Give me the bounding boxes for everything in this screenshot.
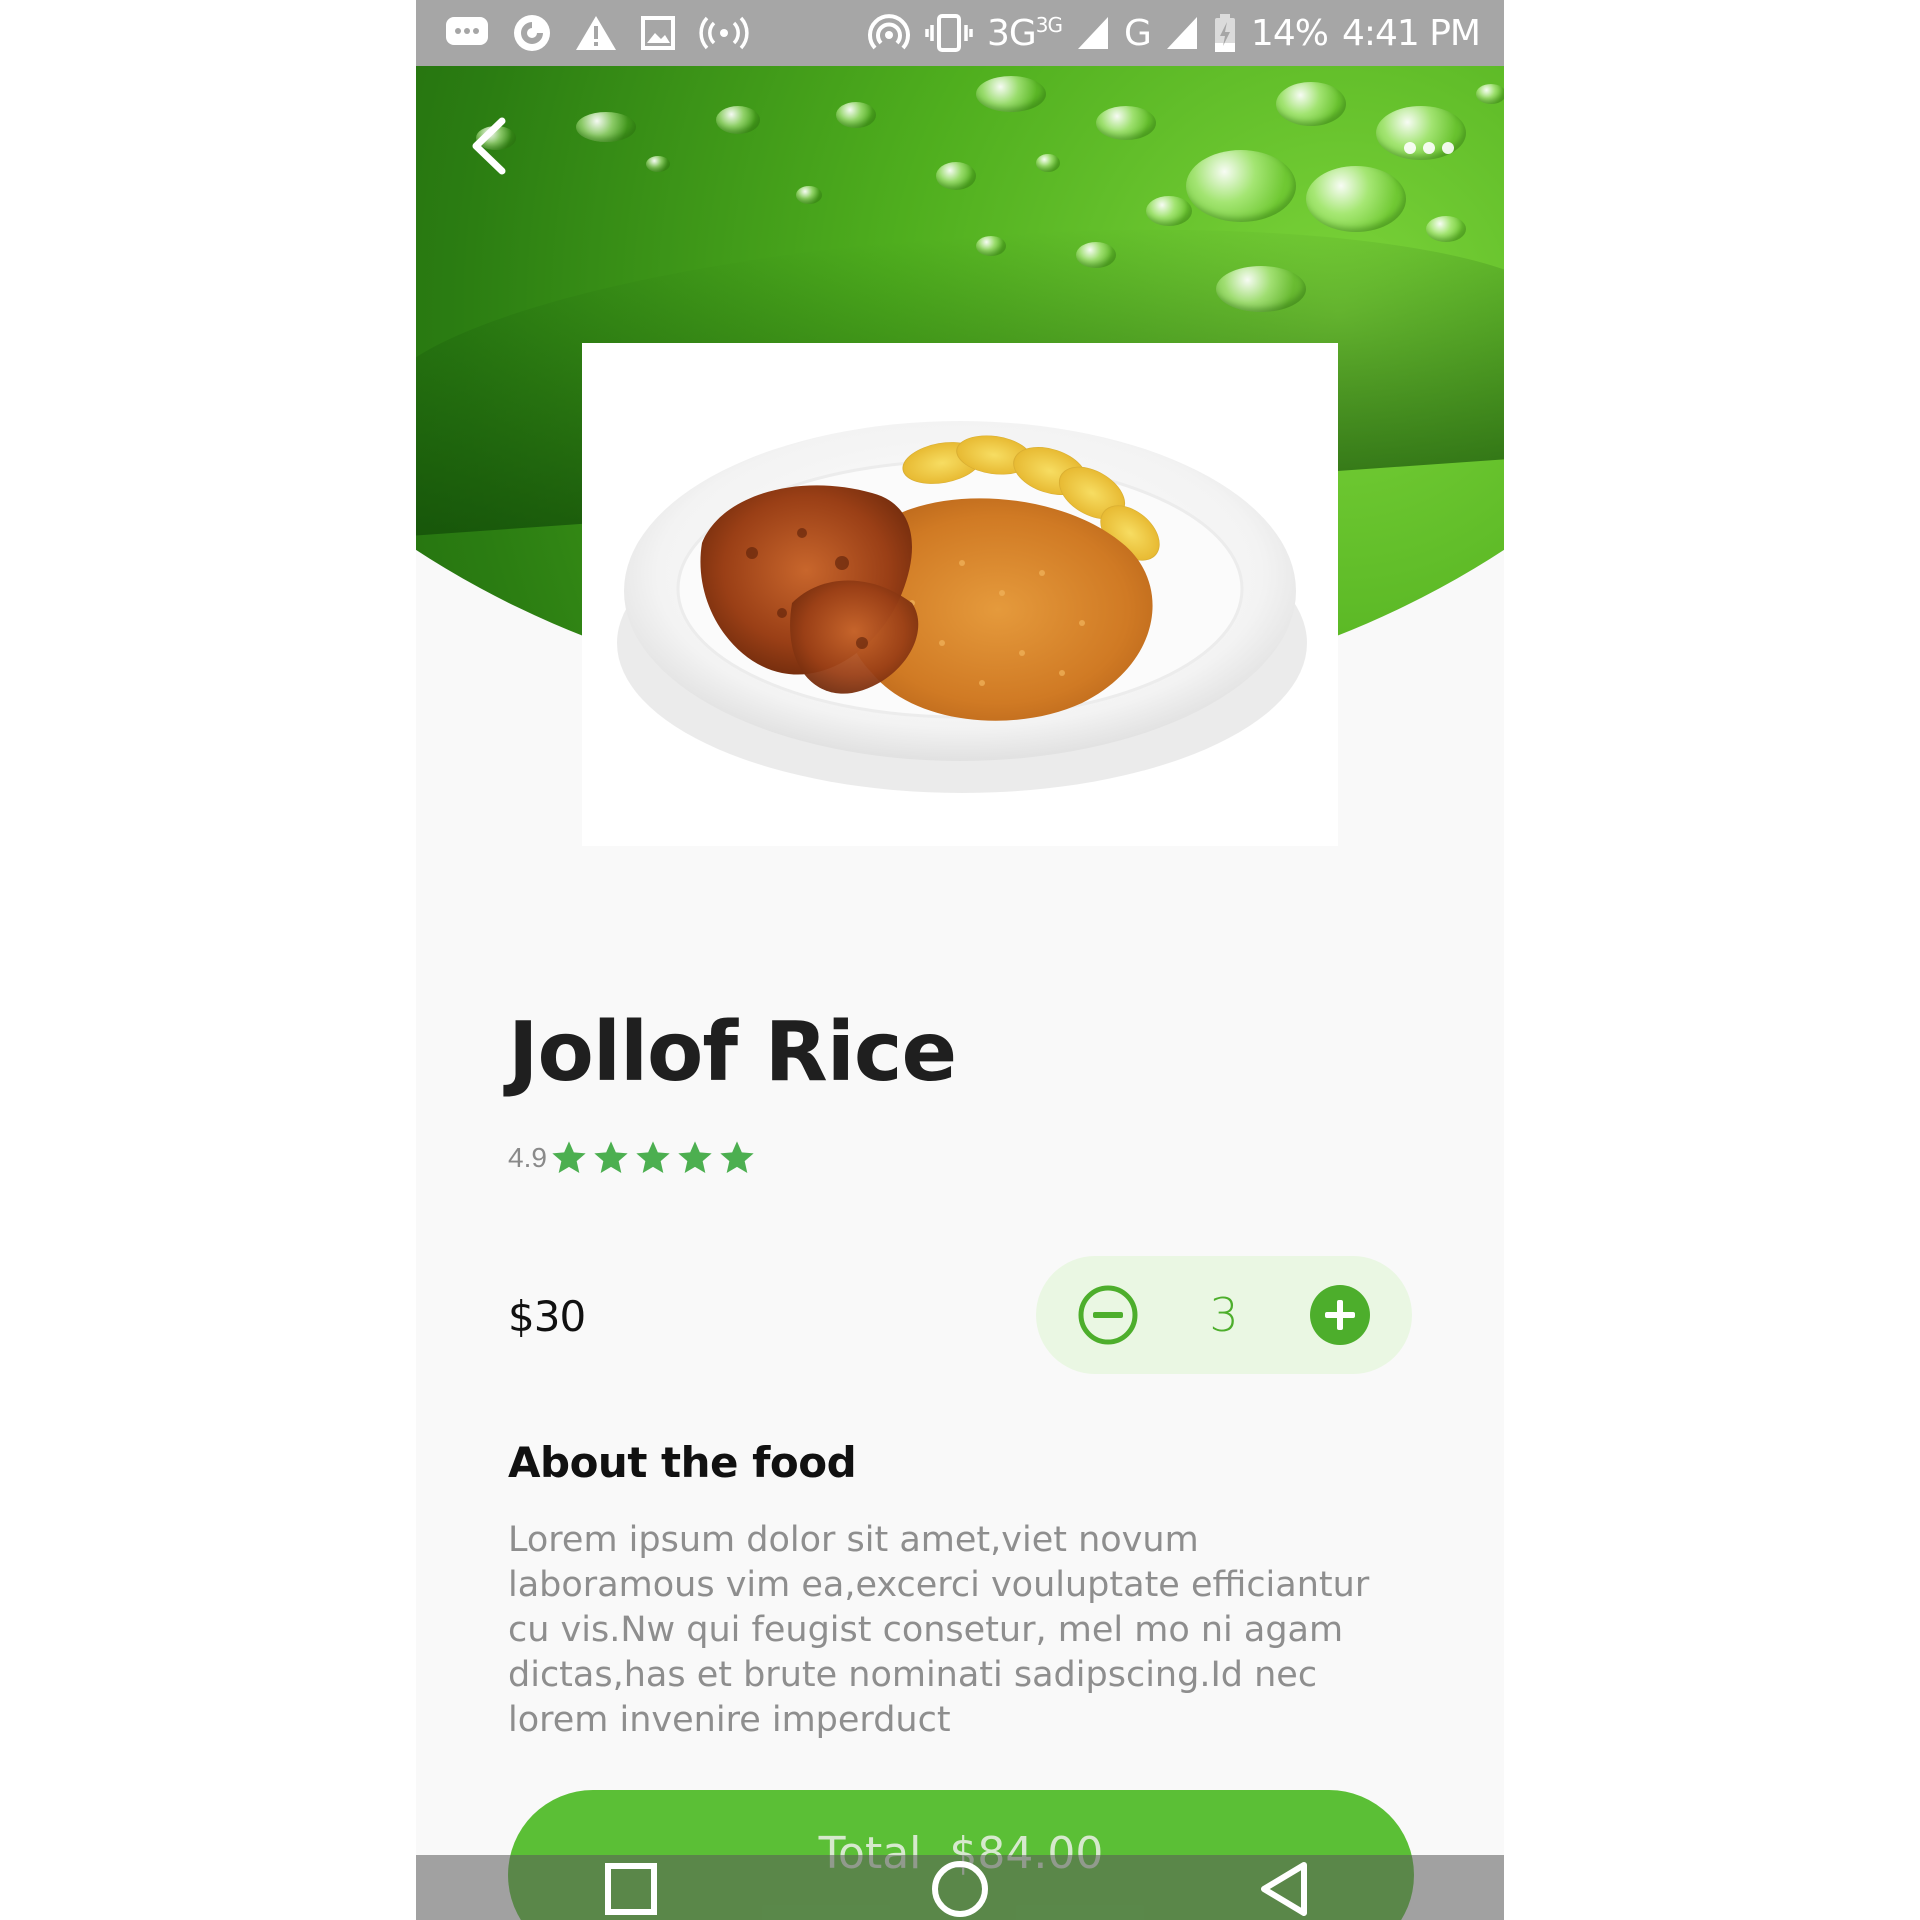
status-notifications [416, 13, 750, 53]
message-icon [444, 15, 490, 51]
battery-percent: 14% [1250, 12, 1329, 54]
water-drop [1306, 166, 1406, 232]
status-system: 3G3G G 14% 4:41 PM [867, 13, 1504, 54]
warning-icon [574, 14, 618, 52]
more-horizontal-icon [1404, 142, 1454, 154]
water-drop [1216, 266, 1306, 312]
quantity-value: 3 [1209, 1288, 1239, 1342]
star-icon [552, 1141, 586, 1173]
increase-quantity-button[interactable] [1308, 1283, 1372, 1347]
recents-button[interactable] [601, 1861, 661, 1917]
network-g-label: G [1124, 12, 1152, 54]
water-drop [646, 156, 670, 172]
more-options-button[interactable] [1394, 128, 1464, 168]
square-icon [605, 1863, 657, 1915]
water-drop [576, 112, 636, 142]
water-drop [716, 106, 760, 134]
chevron-left-icon [472, 117, 506, 175]
app-notification-icon [512, 13, 552, 53]
triangle-back-icon [1261, 1862, 1307, 1916]
clock: 4:41 PM [1341, 12, 1481, 54]
star-icon [594, 1141, 628, 1173]
home-button[interactable] [930, 1861, 990, 1917]
star-icon [678, 1141, 712, 1173]
battery-charging-icon [1213, 13, 1237, 53]
quantity-stepper: 3 [1036, 1256, 1412, 1374]
star-icon [720, 1141, 754, 1173]
water-drop [796, 186, 822, 204]
about-heading: About the food [508, 1438, 857, 1487]
hotspot-icon [867, 13, 911, 53]
vibrate-icon [925, 13, 973, 53]
plus-circle-icon [1310, 1285, 1370, 1345]
minus-circle-icon [1078, 1285, 1138, 1345]
food-image [582, 343, 1338, 846]
app-screen: 3G3G G 14% 4:41 PM Jollof Rice 4.9 $30 3… [416, 0, 1504, 1920]
water-drop [936, 162, 976, 190]
system-back-button[interactable] [1254, 1861, 1314, 1917]
water-drop [1036, 154, 1060, 172]
jollof-plate-illustration [617, 421, 1307, 793]
water-drop [976, 76, 1046, 112]
water-drop [836, 102, 876, 128]
price: $30 [508, 1292, 586, 1341]
water-drop [1186, 150, 1296, 222]
signal-icon [1076, 15, 1110, 51]
water-drop [1096, 106, 1156, 140]
star-icon [636, 1141, 670, 1173]
rating-value: 4.9 [508, 1142, 547, 1173]
water-drop [1476, 84, 1504, 104]
water-drop [1146, 196, 1192, 226]
signal-icon-2 [1165, 15, 1199, 51]
back-button[interactable] [458, 106, 518, 186]
rating: 4.9 [508, 1138, 759, 1178]
water-drop [976, 236, 1006, 256]
circle-icon [932, 1861, 988, 1917]
water-drop [1076, 242, 1116, 268]
decrease-quantity-button[interactable] [1076, 1283, 1140, 1347]
image-icon [640, 15, 676, 51]
network-3g-label: 3G3G [986, 12, 1063, 54]
system-nav-bar [416, 1855, 1504, 1920]
broadcast-icon [698, 15, 750, 51]
status-bar: 3G3G G 14% 4:41 PM [416, 0, 1504, 66]
food-title: Jollof Rice [508, 1005, 957, 1100]
about-description: Lorem ipsum dolor sit amet,viet novum la… [508, 1520, 1370, 1740]
water-drop [1276, 82, 1346, 126]
water-drop [1426, 216, 1466, 242]
